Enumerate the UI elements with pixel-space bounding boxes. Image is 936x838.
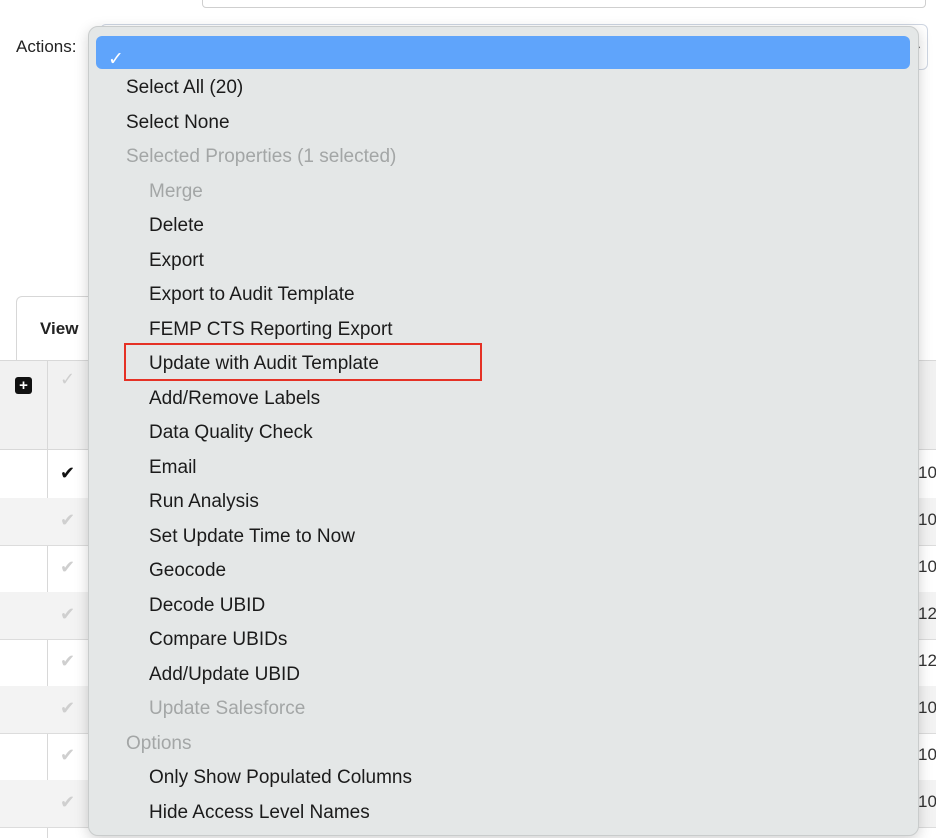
row-checkbox-icon[interactable]: ✔ (60, 698, 75, 719)
dropdown-option[interactable]: Only Show Populated Columns (149, 766, 412, 790)
dropdown-option[interactable]: Email (149, 456, 197, 480)
dropdown-option[interactable]: FEMP CTS Reporting Export (149, 318, 393, 342)
dropdown-option[interactable]: Select None (126, 111, 230, 135)
dropdown-option: Options (126, 732, 192, 754)
annotation-highlight-box (124, 343, 482, 381)
dropdown-option[interactable]: Geocode (149, 559, 226, 583)
dropdown-option[interactable]: Add/Update UBID (149, 663, 300, 687)
dropdown-option[interactable]: Select All (20) (126, 76, 243, 100)
row-checkbox-icon[interactable]: ✔ (60, 510, 75, 531)
checkmark-icon: ✓ (108, 49, 124, 70)
view-tab-label: View (40, 319, 79, 338)
row-value: 12 (918, 651, 936, 670)
selected-option-highlight[interactable]: ✓ (96, 36, 910, 70)
dropdown-option[interactable]: Delete (149, 214, 204, 238)
dropdown-option: Selected Properties (1 selected) (126, 146, 397, 167)
row-checkbox-icon[interactable]: ✔ (60, 557, 75, 578)
dropdown-option[interactable]: Export to Audit Template (149, 283, 355, 307)
row-value: 10 (918, 698, 936, 717)
actions-label: Actions: (16, 37, 77, 56)
dropdown-option[interactable]: Compare UBIDs (149, 628, 287, 652)
dropdown-option: Merge (149, 180, 203, 202)
row-value: 10 (918, 510, 936, 529)
dropdown-option[interactable]: Data Quality Check (149, 421, 313, 445)
row-value: 10 (918, 745, 936, 764)
dropdown-option[interactable]: Run Analysis (149, 490, 259, 514)
dropdown-option[interactable]: Hide Access Level Names (149, 801, 370, 825)
row-value: 10 (918, 557, 936, 576)
row-value: 12 (918, 604, 936, 623)
row-checkbox-icon[interactable]: ✔ (60, 651, 75, 672)
dropdown-option[interactable]: Set Update Time to Now (149, 525, 355, 549)
dropdown-option[interactable]: Add/Remove Labels (149, 387, 320, 411)
dropdown-option[interactable]: Decode UBID (149, 594, 265, 618)
expand-all-icon[interactable]: + (15, 377, 32, 394)
actions-dropdown-menu: ✓ Select All (20) Select None Selected Pro… (88, 26, 919, 836)
dropdown-option: Update Salesforce (149, 698, 306, 719)
row-checkbox-icon[interactable]: ✔ (60, 792, 75, 813)
row-value: 10 (918, 463, 936, 482)
row-value: 10 (918, 792, 936, 811)
top-input-field[interactable] (202, 0, 926, 8)
row-checkbox-icon[interactable]: ✔ (60, 463, 75, 484)
row-checkbox-icon[interactable]: ✔ (60, 745, 75, 766)
row-checkbox-icon[interactable]: ✔ (60, 604, 75, 625)
select-all-check-icon[interactable]: ✓ (60, 369, 75, 390)
dropdown-option[interactable]: Export (149, 249, 204, 273)
